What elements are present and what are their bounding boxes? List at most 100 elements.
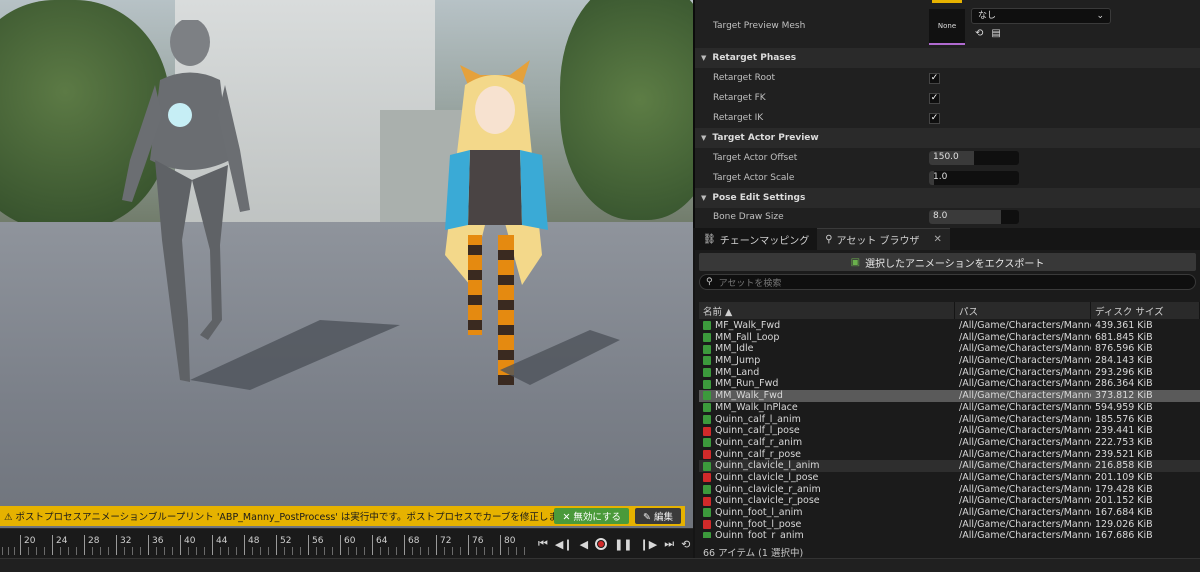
bone-draw-size-input[interactable]: 8.0 — [929, 210, 1019, 224]
mesh-select[interactable]: なし ⌄ — [971, 8, 1111, 24]
timeline-minor-tick — [156, 547, 157, 555]
export-icon: ▣ — [850, 256, 861, 268]
timeline-minor-tick — [100, 547, 101, 555]
asset-size: 293.296 KiB — [1095, 366, 1153, 378]
bone-draw-size-row: Bone Draw Size 8.0 — [695, 207, 1200, 227]
tick-label: 32 — [120, 536, 132, 546]
step-forward-icon[interactable]: ❙▶ — [640, 538, 658, 551]
asset-name-cell: Quinn_calf_l_pose — [699, 425, 955, 437]
anim-sequence-icon — [703, 333, 711, 343]
timeline-minor-tick — [188, 547, 189, 555]
column-disk-size[interactable]: ディスク サイズ — [1091, 302, 1200, 319]
asset-list[interactable]: MF_Walk_Fwd/All/Game/Characters/Mannec 43… — [699, 320, 1200, 538]
column-name[interactable]: 名前 ▲ — [699, 302, 955, 319]
table-row[interactable]: Quinn_foot_r_anim/All/Game/Characters/Ma… — [699, 530, 1200, 538]
section-title: Retarget Phases — [712, 53, 797, 63]
tab-label: チェーンマッピング — [719, 235, 810, 247]
tick-label: 48 — [248, 536, 260, 546]
close-icon[interactable]: ✕ — [934, 234, 942, 245]
tab-asset-browser[interactable]: ⚲ アセット ブラウザ ✕ — [817, 228, 950, 250]
asset-path: /All/Game/Characters/Mannec — [959, 448, 1091, 460]
section-title: Pose Edit Settings — [712, 193, 806, 203]
target-actor-scale-input[interactable]: 1.0 — [929, 171, 1019, 185]
table-header: 名前 ▲ パス ディスク サイズ — [699, 302, 1200, 319]
search-input[interactable]: ⚲ アセットを検索 — [699, 274, 1196, 290]
timeline-minor-tick — [14, 547, 15, 555]
asset-path: /All/Game/Characters/Mannec — [959, 378, 1091, 390]
timeline-ruler[interactable]: 20 24 28 32 36 40 44 48 52 56 60 64 68 72 76 80 — [0, 535, 530, 555]
skip-to-end-icon[interactable]: ⏭ — [664, 537, 674, 551]
table-row[interactable]: MM_Fall_Loop/All/Game/Characters/Mannec 6… — [699, 332, 1200, 344]
tab-chain-mapping[interactable]: ⛓ チェーンマッピング — [695, 228, 817, 250]
table-row[interactable]: Quinn_foot_l_pose/All/Game/Characters/Ma… — [699, 519, 1200, 531]
asset-name-cell: Quinn_clavicle_r_anim — [699, 484, 955, 496]
table-row[interactable]: Quinn_clavicle_l_anim/All/Game/Character… — [699, 460, 1200, 472]
timeline-minor-tick — [140, 547, 141, 555]
record-icon[interactable] — [595, 538, 608, 550]
asset-name: MM_Jump — [715, 355, 761, 367]
accent-bar — [932, 0, 962, 3]
timeline-tick: 68 — [404, 535, 419, 555]
asset-name-cell: Quinn_calf_r_anim — [699, 437, 955, 449]
table-row[interactable]: MM_Jump/All/Game/Characters/Mannec 284.14… — [699, 355, 1200, 367]
asset-name: MM_Walk_Fwd — [715, 390, 783, 402]
table-row[interactable]: Quinn_clavicle_l_pose/All/Game/Character… — [699, 472, 1200, 484]
use-selected-icon[interactable]: ⟲ — [975, 28, 983, 39]
table-row[interactable]: MM_Run_Fwd/All/Game/Characters/Mannec 286… — [699, 378, 1200, 390]
timeline-minor-tick — [196, 547, 197, 555]
asset-size: 373.812 KiB — [1095, 390, 1153, 402]
timeline-minor-tick — [444, 547, 445, 555]
table-row[interactable]: MM_Idle/All/Game/Characters/Mannec 876.59… — [699, 343, 1200, 355]
table-row[interactable]: MM_Land/All/Game/Characters/Mannec 293.29… — [699, 367, 1200, 379]
skip-to-start-icon[interactable]: ⏮ — [538, 537, 548, 551]
export-animations-button[interactable]: ▣ 選択したアニメーションをエクスポート — [699, 253, 1196, 271]
disable-button[interactable]: ✕ 無効にする — [554, 508, 630, 524]
table-row[interactable]: Quinn_calf_r_pose/All/Game/Characters/Ma… — [699, 449, 1200, 461]
table-row[interactable]: Quinn_clavicle_r_pose/All/Game/Character… — [699, 495, 1200, 507]
retarget-ik-checkbox[interactable]: ✓ — [929, 112, 940, 124]
timeline-minor-tick — [380, 547, 381, 555]
asset-path: /All/Game/Characters/Mannec — [959, 518, 1091, 530]
figure-icon: ⚲ — [825, 234, 833, 245]
target-actor-offset-input[interactable]: 150.0 — [929, 151, 1019, 165]
timeline-minor-tick — [316, 547, 317, 555]
table-row[interactable]: MM_Walk_InPlace/All/Game/Characters/Mann… — [699, 402, 1200, 414]
browse-icon[interactable]: ▤ — [991, 28, 1000, 39]
retarget-fk-checkbox[interactable]: ✓ — [929, 92, 940, 104]
pause-icon[interactable]: ❚❚ — [614, 538, 632, 551]
asset-size: 594.959 KiB — [1095, 401, 1153, 413]
timeline[interactable]: 20 24 28 32 36 40 44 48 52 56 60 64 68 72 76 80 ⏮ ◀❙ ◀ … — [0, 528, 693, 558]
table-row[interactable]: Quinn_calf_l_anim/All/Game/Characters/Ma… — [699, 414, 1200, 426]
animation-viewport[interactable]: ⚠ ポストプロセスアニメーションブループリント 'ABP_Manny_PostP… — [0, 0, 693, 528]
table-row[interactable]: Quinn_foot_l_anim/All/Game/Characters/Ma… — [699, 507, 1200, 519]
anim-sequence-icon — [703, 438, 711, 448]
retarget-root-row: Retarget Root ✓ — [695, 68, 1200, 88]
section-retarget-phases[interactable]: ▼ Retarget Phases — [695, 48, 1200, 68]
section-target-actor-preview[interactable]: ▼ Target Actor Preview — [695, 128, 1200, 148]
table-row[interactable]: Quinn_calf_r_anim/All/Game/Characters/Ma… — [699, 437, 1200, 449]
asset-size: 129.026 KiB — [1095, 518, 1153, 530]
play-reverse-icon[interactable]: ◀ — [580, 538, 588, 551]
loop-icon[interactable]: ⟲ — [681, 538, 690, 551]
character-shadows — [190, 320, 620, 390]
section-pose-edit-settings[interactable]: ▼ Pose Edit Settings — [695, 188, 1200, 208]
table-row[interactable]: Quinn_calf_l_pose/All/Game/Characters/Ma… — [699, 425, 1200, 437]
anim-sequence-icon — [703, 368, 711, 378]
asset-size: 284.143 KiB — [1095, 355, 1153, 367]
step-back-icon[interactable]: ◀❙ — [555, 538, 573, 551]
table-row[interactable]: Quinn_clavicle_r_anim/All/Game/Character… — [699, 484, 1200, 496]
asset-path: /All/Game/Characters/Mannec — [959, 507, 1091, 518]
edit-button[interactable]: ✎ 編集 — [635, 508, 681, 524]
retarget-fk-row: Retarget FK ✓ — [695, 88, 1200, 108]
column-path[interactable]: パス — [955, 302, 1091, 319]
timeline-minor-tick — [36, 547, 37, 555]
retarget-root-checkbox[interactable]: ✓ — [929, 72, 940, 84]
table-row[interactable]: MF_Walk_Fwd/All/Game/Characters/Mannec 43… — [699, 320, 1200, 332]
item-count-status: 66 アイテム (1 選択中) — [703, 548, 804, 559]
timeline-minor-tick — [2, 547, 3, 555]
timeline-minor-tick — [60, 547, 61, 555]
mesh-thumbnail[interactable]: None — [929, 9, 965, 45]
timeline-tick: 32 — [116, 535, 131, 555]
asset-size: 239.521 KiB — [1095, 448, 1153, 460]
table-row[interactable]: MM_Walk_Fwd/All/Game/Characters/Mannec 37… — [699, 390, 1200, 402]
